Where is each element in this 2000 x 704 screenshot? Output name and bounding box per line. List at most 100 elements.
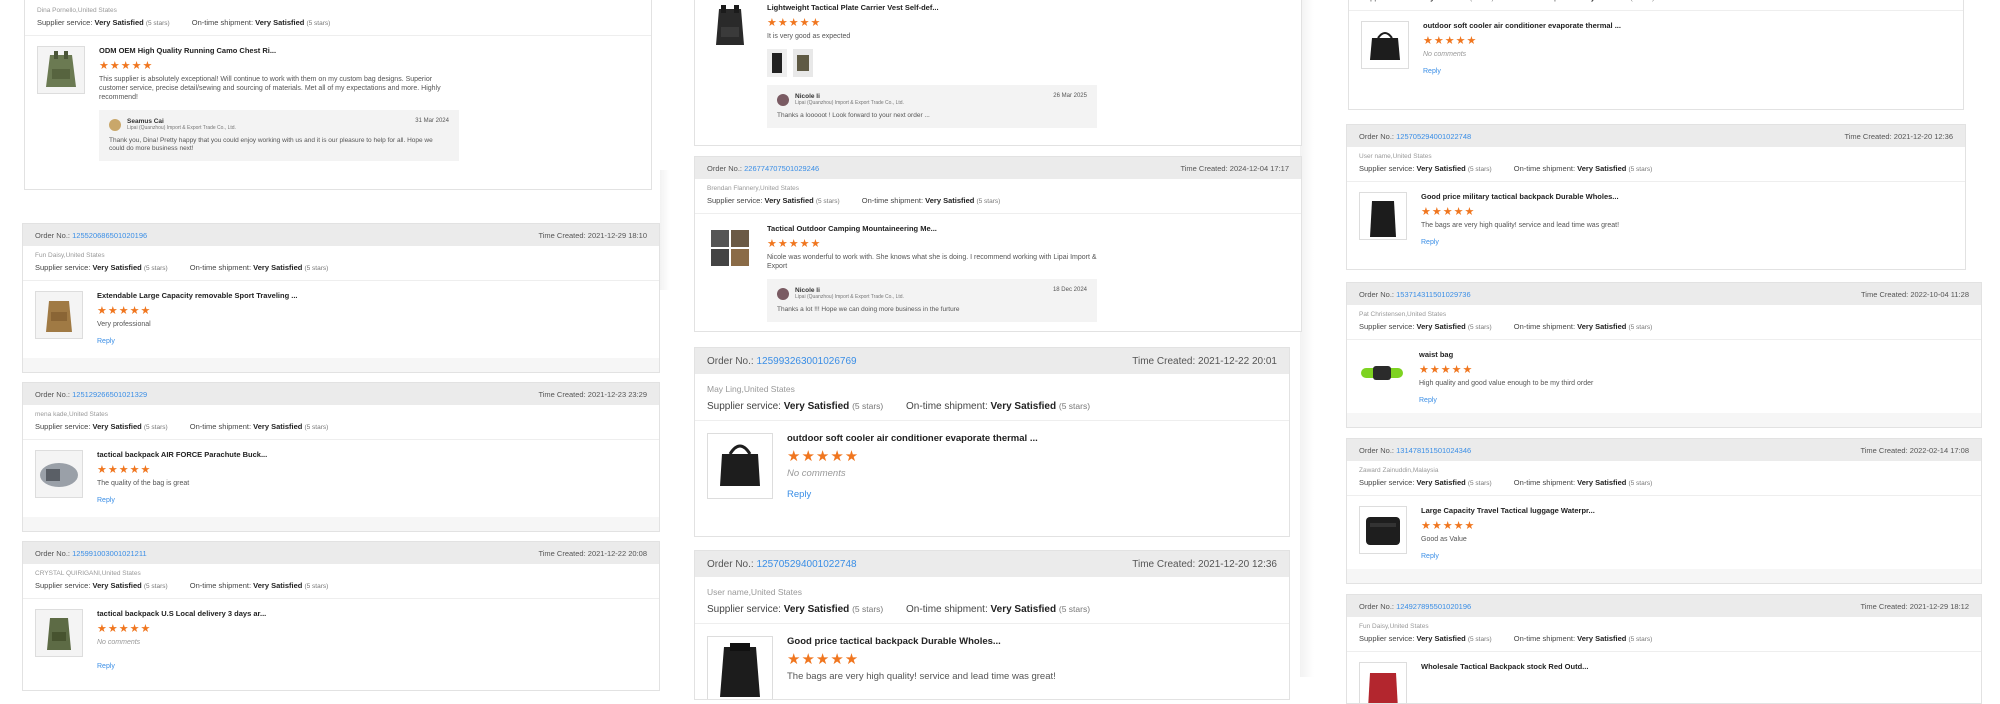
order-number-link[interactable]: 125705294001022748 [1396,132,1471,141]
product-thumbnail[interactable] [707,433,773,499]
review-comment: Very professional [97,321,151,328]
supplier-reply: Seamus Cai Lipai (Quanzhou) Import & Exp… [99,110,459,161]
time-created: 2021-12-20 12:36 [1198,558,1277,570]
reply-link[interactable]: Reply [97,497,115,504]
reply-link[interactable]: Reply [97,663,115,670]
reply-link[interactable]: Reply [787,489,811,500]
star-rating: ★★★★★ [1423,35,1478,47]
star-rating: ★★★★★ [1419,364,1474,376]
column-shadow [1300,0,1314,677]
product-thumbnail[interactable] [707,636,773,699]
reply-link[interactable]: Reply [1421,553,1439,560]
product-thumbnail[interactable] [1359,506,1407,554]
time-created: 2021-12-29 18:10 [587,230,647,240]
product-thumbnail[interactable] [1361,21,1409,69]
review-comment: It is very good as expected [767,33,851,40]
order-header: Order No.: 125991003001021211 Time Creat… [23,542,659,564]
order-header: Order No.: 125129266501021329 Time Creat… [23,383,659,405]
review-photo[interactable] [767,49,787,77]
review-card: Lightweight Tactical Plate Carrier Vest … [694,0,1302,146]
star-rating: ★★★★★ [1421,206,1476,218]
product-name[interactable]: outdoor soft cooler air conditioner evap… [1423,21,1621,30]
order-number-link[interactable]: 131478151501024346 [1396,446,1471,455]
product-thumbnail[interactable] [35,609,83,657]
review-comment: This supplier is absolutely exceptional!… [99,76,441,101]
reply-link[interactable]: Reply [97,338,115,345]
reply-text: Thanks a lot !!! Hope we can doing more … [777,306,960,313]
product-name[interactable]: Extendable Large Capacity removable Spor… [97,291,297,300]
time-created: 2022-02-14 17:08 [1909,445,1969,455]
product-name[interactable]: ODM OEM High Quality Running Camo Chest … [99,46,459,55]
order-number-link[interactable]: 125705294001022748 [756,559,856,570]
review-card: Supplier service: Very Satisfied (5 star… [1348,0,1964,110]
product-name[interactable]: Tactical Outdoor Camping Mountaineering … [767,224,1097,233]
product-thumbnail[interactable] [35,450,83,498]
order-number-link[interactable]: 125520686501020196 [72,231,147,240]
order-number-link[interactable]: 153714311501029736 [1396,290,1471,299]
time-created: 2021-12-29 18:12 [1909,601,1969,611]
reply-link[interactable]: Reply [1423,68,1441,75]
time-created: 2021-12-22 20:08 [587,548,647,558]
buyer-name: Dina Pornello,United States [37,7,117,14]
star-rating: ★★★★★ [1421,520,1476,532]
buyer-name: mena kade,United States [35,411,108,418]
review-photos [767,49,1097,77]
product-name[interactable]: Lightweight Tactical Plate Carrier Vest … [767,3,1097,12]
order-number-link[interactable]: 226774707501029246 [744,164,819,173]
buyer-name: User name,United States [1359,153,1432,160]
buyer-name: User name,United States [707,587,802,597]
star-rating: ★★★★★ [97,305,152,317]
review-card: Order No.: 131478151501024346 Time Creat… [1346,438,1982,584]
time-created: 2021-12-20 12:36 [1893,131,1953,141]
product-name[interactable]: tactical backpack AIR FORCE Parachute Bu… [97,450,267,459]
product-name[interactable]: Good price military tactical backpack Du… [1421,192,1619,201]
review-card: Order No.: 124927895501020196 Time Creat… [1346,594,1982,704]
product-thumbnail[interactable] [1359,192,1407,240]
review-comment: No comments [1423,51,1467,58]
avatar [109,118,121,131]
product-thumbnail[interactable] [707,3,753,49]
product-name[interactable]: Good price tactical backpack Durable Who… [787,636,1056,647]
product-thumbnail[interactable] [1359,662,1407,703]
rating-summary: Supplier service: Very Satisfied (5 star… [1359,478,1653,487]
product-thumbnail[interactable] [1359,350,1405,396]
product-thumbnail[interactable] [37,46,85,94]
review-comment: Nicole was wonderful to work with. She k… [767,254,1097,270]
rating-summary: Supplier service: Very Satisfied (5 star… [35,263,329,272]
review-comment: No comments [787,468,846,479]
reply-link[interactable]: Reply [1419,397,1437,404]
order-number-link[interactable]: 125991003001021211 [72,549,147,558]
order-number-link[interactable]: 124927895501020196 [1396,602,1471,611]
product-name[interactable]: outdoor soft cooler air conditioner evap… [787,433,1038,444]
review-card: Order No.: 125993263001026769 Time Creat… [694,347,1290,537]
product-name[interactable]: Large Capacity Travel Tactical luggage W… [1421,506,1595,515]
order-number-link[interactable]: 125129266501021329 [72,390,147,399]
review-comment: The bags are very high quality! service … [1421,222,1620,229]
product-thumbnail[interactable] [35,291,83,339]
reply-company: Lipai (Quanzhou) Import & Export Trade C… [795,294,904,300]
order-number-link[interactable]: 125993263001026769 [756,356,856,367]
review-comment: No comments [97,639,141,646]
review-card: Dina Pornello,United States Supplier ser… [24,0,652,190]
order-header: Order No.: 125993263001026769 Time Creat… [695,348,1289,374]
rating-summary: Supplier service: Very Satisfied (5 star… [35,422,329,431]
star-rating: ★★★★★ [767,238,822,250]
supplier-reply: Nicole li Lipai (Quanzhou) Import & Expo… [767,279,1097,322]
reply-date: 31 Mar 2024 [415,118,449,124]
reply-link[interactable]: Reply [1421,239,1439,246]
review-card: Order No.: 125705294001022748 Time Creat… [694,550,1290,700]
review-photo[interactable] [793,49,813,77]
column-shadow [660,170,670,290]
reply-text: Thank you, Dina! Pretty happy that you c… [109,137,433,152]
product-thumbnail[interactable] [707,224,753,270]
supplier-reply: Nicole li Lipai (Quanzhou) Import & Expo… [767,85,1097,128]
star-rating: ★★★★★ [787,651,860,668]
reply-company: Lipai (Quanzhou) Import & Export Trade C… [795,100,904,106]
rating-summary: Supplier service: Very Satisfied (5 star… [1359,164,1653,173]
product-name[interactable]: tactical backpack U.S Local delivery 3 d… [97,609,266,618]
order-header: Order No.: 125520686501020196 Time Creat… [23,224,659,246]
buyer-name: Brendan Flannery,United States [707,185,800,192]
product-name[interactable]: Wholesale Tactical Backpack stock Red Ou… [1421,662,1588,671]
product-name[interactable]: waist bag [1419,350,1593,359]
reply-text: Thanks a looooot ! Look forward to your … [777,112,930,119]
